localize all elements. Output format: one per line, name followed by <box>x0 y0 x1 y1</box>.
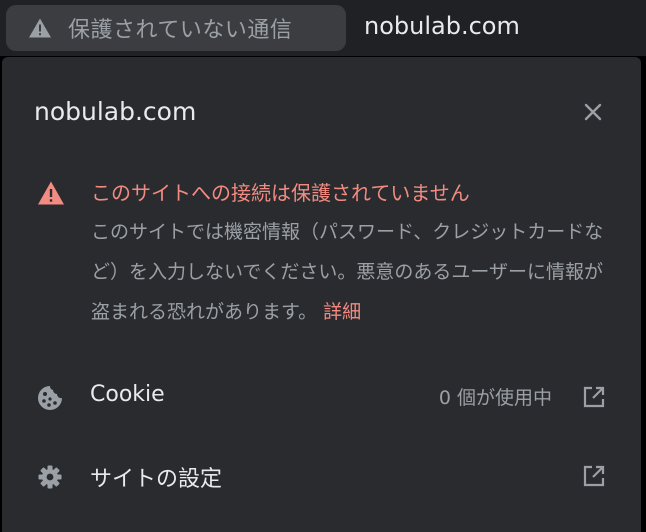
cookies-status: 0 個が使用中 <box>438 387 552 409</box>
omnibox: 保護されていない通信 nobulab.com <box>0 0 646 56</box>
cookie-icon <box>38 386 62 410</box>
gear-icon <box>38 465 62 489</box>
close-icon <box>584 103 602 121</box>
security-chip[interactable]: 保護されていない通信 <box>6 5 346 51</box>
details-link[interactable]: 詳細 <box>323 301 361 323</box>
external-link-icon <box>583 386 605 408</box>
url-text[interactable]: nobulab.com <box>364 12 520 40</box>
external-link-icon <box>583 465 605 487</box>
cookies-label: Cookie <box>90 382 165 407</box>
close-button[interactable] <box>577 96 609 128</box>
cookies-row[interactable]: Cookie 0 個が使用中 <box>2 362 641 432</box>
security-warning-body: このサイトでは機密情報（パスワード、クレジットカードなど）を入力しないでください… <box>91 212 611 332</box>
security-chip-label: 保護されていない通信 <box>68 18 293 43</box>
site-title: nobulab.com <box>34 97 197 126</box>
security-warning-title: このサイトへの接続は保護されていません <box>91 181 470 205</box>
warning-triangle-icon <box>29 18 51 38</box>
warning-triangle-icon <box>38 181 64 205</box>
site-settings-label: サイトの設定 <box>90 467 223 492</box>
site-settings-row[interactable]: サイトの設定 <box>2 441 641 511</box>
